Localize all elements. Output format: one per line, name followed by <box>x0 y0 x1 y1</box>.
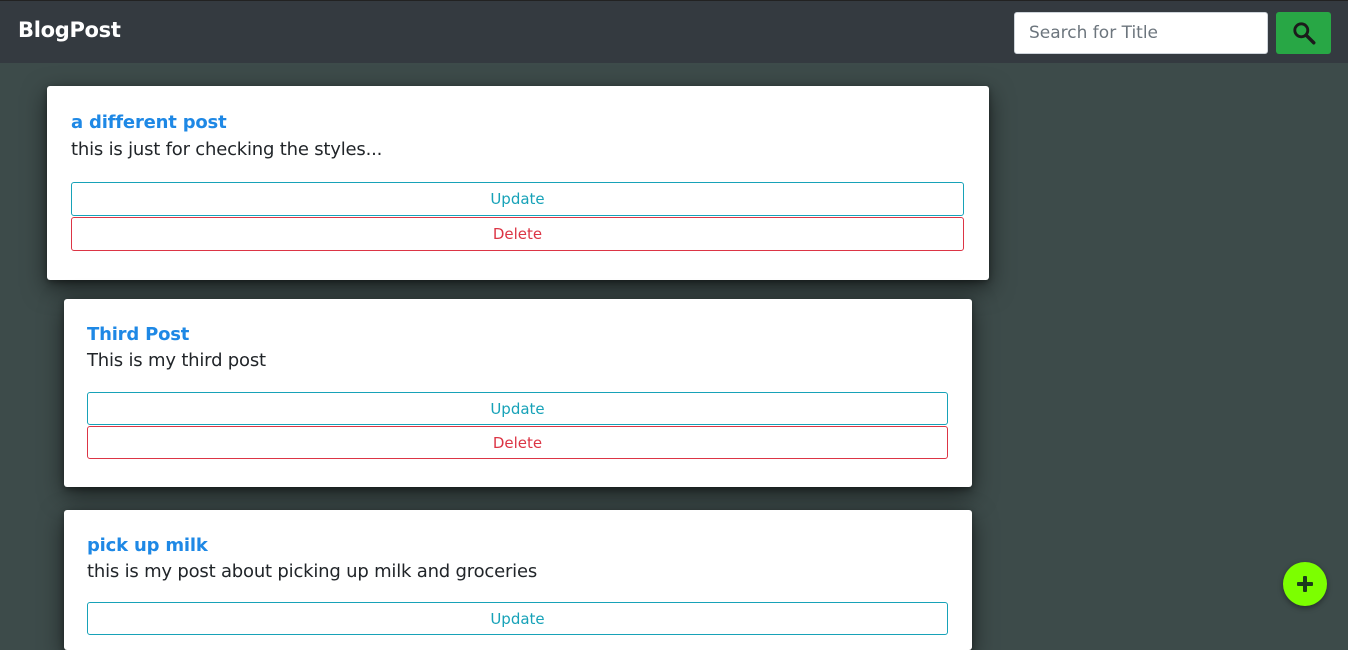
search-icon <box>1292 22 1315 45</box>
post-card: pick up milk this is my post about picki… <box>64 510 972 650</box>
update-button[interactable]: Update <box>87 392 948 425</box>
post-card: a different post this is just for checki… <box>47 86 989 280</box>
delete-button[interactable]: Delete <box>71 217 964 251</box>
post-body: This is my third post <box>87 350 266 371</box>
delete-button[interactable]: Delete <box>87 426 948 459</box>
post-card: Third Post This is my third post Update … <box>64 299 972 487</box>
update-button[interactable]: Update <box>71 182 964 216</box>
post-title: Third Post <box>87 324 190 345</box>
post-body: this is my post about picking up milk an… <box>87 561 538 582</box>
post-title: pick up milk <box>87 535 208 556</box>
add-post-button[interactable] <box>1283 562 1327 606</box>
post-body: this is just for checking the styles... <box>71 139 383 160</box>
search-input[interactable] <box>1014 12 1268 54</box>
brand-logo[interactable]: BlogPost <box>18 18 121 42</box>
search-button[interactable] <box>1276 12 1331 54</box>
post-title: a different post <box>71 112 227 133</box>
navbar: BlogPost <box>0 0 1348 63</box>
update-button[interactable]: Update <box>87 602 948 635</box>
plus-icon <box>1297 576 1313 592</box>
